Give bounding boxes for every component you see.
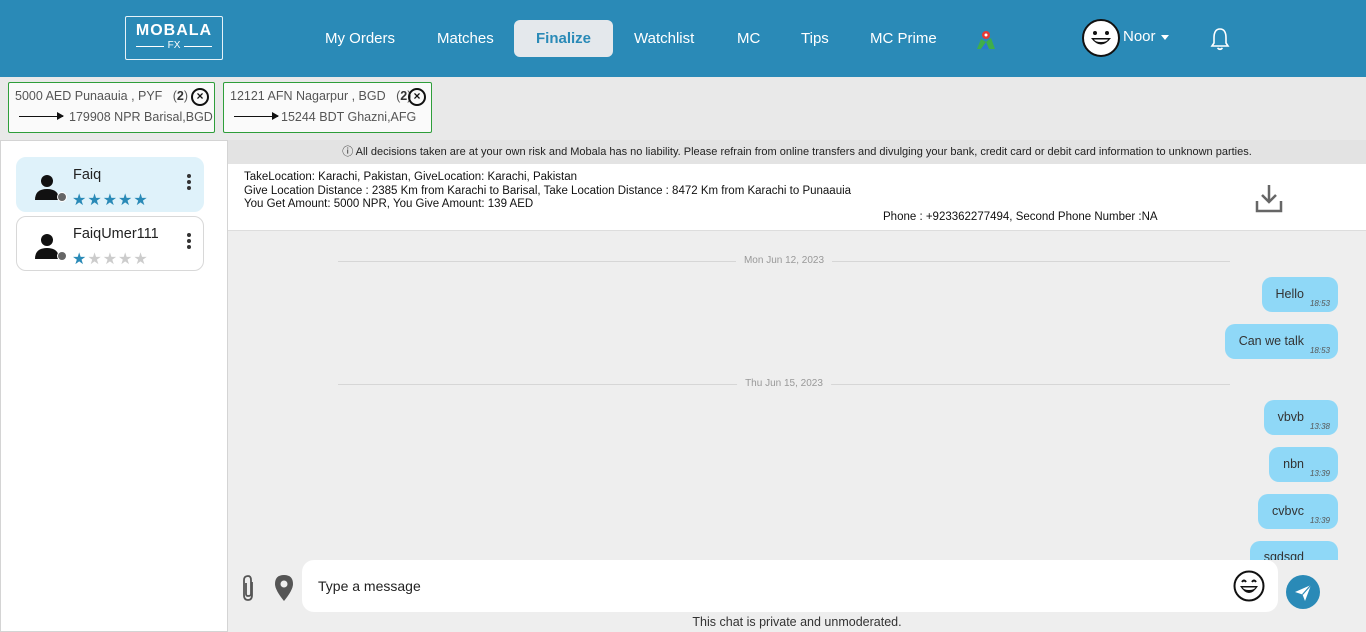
location-info: TakeLocation: Karachi, Pakistan, GiveLoc… <box>244 171 578 183</box>
status-dot <box>57 192 67 202</box>
deal-give-text: 12121 AFN Nagarpur , BGD <box>230 89 386 103</box>
message-bubble[interactable]: Hello 18:53 <box>1261 277 1338 312</box>
message-time: 13:38 <box>1309 422 1330 431</box>
message-text: sgdsgd <box>1263 550 1304 560</box>
message-time: 18:53 <box>1309 299 1330 308</box>
logo-text: MOBALA <box>135 22 213 39</box>
logo-subtext: FX <box>126 40 222 52</box>
deal-give: 12121 AFN Nagarpur , BGD (2) <box>230 89 411 103</box>
deal-card[interactable]: 12121 AFN Nagarpur , BGD (2) 15244 BDT G… <box>223 82 432 133</box>
deal-take: 179908 NPR Barisal,BGD <box>69 110 213 124</box>
message-text: cvbvc <box>1272 504 1304 518</box>
top-navbar: MOBALA FX My Orders Matches Finalize Wat… <box>0 0 1366 77</box>
contacts-sidebar: Faiq ★★★★★ FaiqUmer111 ★★★★★ <box>0 140 228 632</box>
paperclip-icon[interactable] <box>239 574 257 602</box>
rating-stars: ★★★★★ <box>72 249 149 269</box>
more-options-icon[interactable] <box>187 233 191 249</box>
status-dot <box>57 251 67 261</box>
message-composer: This chat is private and unmoderated. <box>228 560 1366 632</box>
contact-name: FaiqUmer111 <box>73 226 159 242</box>
nav-finalize[interactable]: Finalize <box>514 20 613 57</box>
message-text: Can we talk <box>1238 334 1304 348</box>
message-text: nbn <box>1283 457 1304 471</box>
message-bubble[interactable]: sgdsgd <box>1249 541 1338 560</box>
emoji-icon[interactable] <box>1233 570 1265 602</box>
deal-card[interactable]: 5000 AED Punaauia , PYF (2) 179908 NPR B… <box>8 82 215 133</box>
star-icon: ★ <box>133 251 149 268</box>
date-label: Thu Jun 15, 2023 <box>737 378 831 389</box>
deal-info-panel: TakeLocation: Karachi, Pakistan, GiveLoc… <box>228 164 1366 231</box>
message-time: 13:39 <box>1309 469 1330 478</box>
contact-name: Faiq <box>73 167 102 183</box>
star-icon: ★ <box>87 251 103 268</box>
message-bubble[interactable]: nbn 13:39 <box>1269 447 1338 482</box>
message-input[interactable] <box>302 560 1278 612</box>
more-options-icon[interactable] <box>187 174 191 190</box>
download-icon[interactable] <box>1255 183 1283 213</box>
bell-icon[interactable] <box>1209 27 1231 51</box>
star-icon: ★ <box>72 192 88 209</box>
date-separator: Mon Jun 12, 2023 <box>338 255 1230 266</box>
star-icon: ★ <box>87 192 103 209</box>
message-bubble[interactable]: Can we talk 18:53 <box>1224 324 1338 359</box>
phone-info: Phone : +923362277494, Second Phone Numb… <box>883 211 1158 223</box>
location-pin-icon[interactable] <box>274 574 294 602</box>
nav-my-orders[interactable]: My Orders <box>314 20 406 57</box>
message-time: 13:39 <box>1309 516 1330 525</box>
nav-mc-prime[interactable]: MC Prime <box>859 20 948 57</box>
contact-item[interactable]: FaiqUmer111 ★★★★★ <box>16 216 204 271</box>
deal-take: 15244 BDT Ghazni,AFG <box>281 110 417 124</box>
chevron-down-icon[interactable] <box>1161 35 1169 40</box>
date-separator: Thu Jun 15, 2023 <box>338 378 1230 389</box>
close-icon[interactable]: × <box>408 88 426 106</box>
nav-tips[interactable]: Tips <box>790 20 840 57</box>
arrow-right-icon <box>19 112 64 120</box>
date-label: Mon Jun 12, 2023 <box>735 255 833 266</box>
star-icon: ★ <box>102 251 119 268</box>
send-icon <box>1295 584 1312 601</box>
distance-info: Give Location Distance : 2385 Km from Ka… <box>244 184 852 197</box>
message-time: 18:53 <box>1309 346 1330 355</box>
star-icon: ★ <box>72 251 88 268</box>
person-icon <box>35 175 59 200</box>
star-icon: ★ <box>118 251 134 268</box>
amount-info: You Get Amount: 5000 NPR, You Give Amoun… <box>244 198 534 210</box>
star-icon: ★ <box>102 192 119 209</box>
deal-give-text: 5000 AED Punaauia , PYF <box>15 89 163 103</box>
message-text: Hello <box>1275 287 1305 301</box>
nav-watchlist[interactable]: Watchlist <box>623 20 705 57</box>
deal-give: 5000 AED Punaauia , PYF (2) <box>15 89 188 103</box>
nav-matches[interactable]: Matches <box>426 20 505 57</box>
user-name[interactable]: Noor <box>1123 28 1156 45</box>
nav-mc[interactable]: MC <box>726 20 771 57</box>
contact-item[interactable]: Faiq ★★★★★ <box>16 157 204 212</box>
private-chat-note: This chat is private and unmoderated. <box>692 615 902 629</box>
close-icon[interactable]: × <box>191 88 209 106</box>
mobala-fx-logo[interactable]: MOBALA FX <box>125 16 223 60</box>
send-button[interactable] <box>1286 575 1320 609</box>
rating-stars: ★★★★★ <box>72 190 149 210</box>
deal-count-close: ) <box>183 89 189 103</box>
person-icon <box>35 234 59 259</box>
arrow-right-icon <box>234 112 279 120</box>
message-text: vbvb <box>1277 410 1304 424</box>
star-icon: ★ <box>133 192 149 209</box>
message-bubble[interactable]: cvbvc 13:39 <box>1258 494 1338 529</box>
chat-panel: ⓘ All decisions taken are at your own ri… <box>228 140 1366 632</box>
deal-count: 2 <box>176 89 184 103</box>
star-icon: ★ <box>118 192 134 209</box>
message-bubble[interactable]: vbvb 13:38 <box>1263 400 1338 435</box>
user-avatar[interactable] <box>1082 19 1120 57</box>
map-icon[interactable] <box>975 29 997 51</box>
disclaimer-banner: ⓘ All decisions taken are at your own ri… <box>228 140 1366 164</box>
